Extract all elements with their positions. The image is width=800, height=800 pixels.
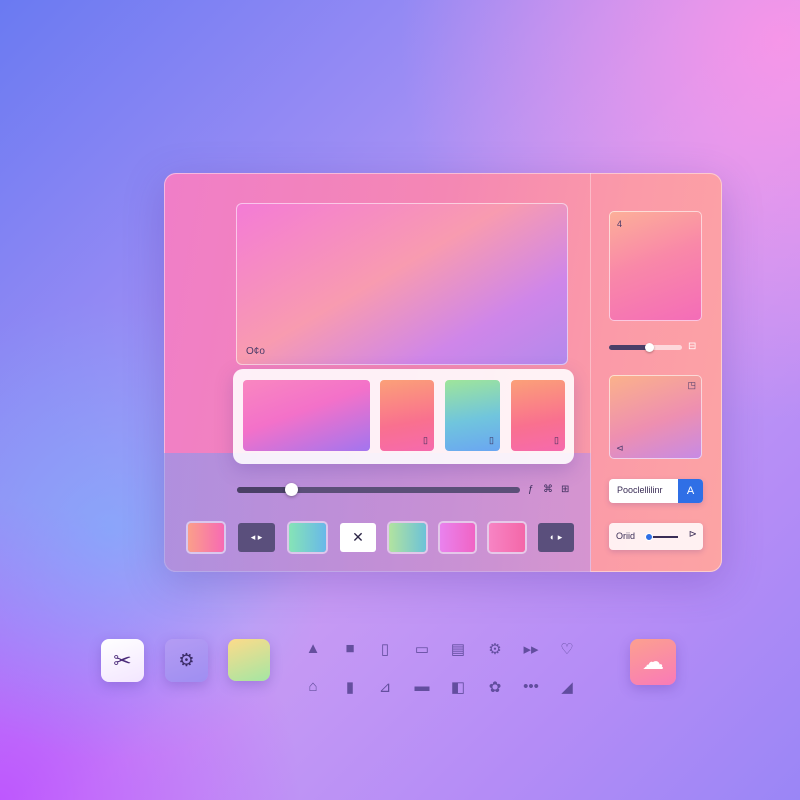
monitor-icon[interactable]: ▭ xyxy=(412,640,432,658)
chart-icon[interactable]: ⊿ xyxy=(375,678,395,696)
timeline-handle[interactable] xyxy=(284,483,298,496)
text-input[interactable]: Pooclellilinr A xyxy=(609,479,703,503)
tray-label: ◐ ▸ xyxy=(549,532,563,542)
thumbnail-tag: ▯ xyxy=(489,435,494,445)
more-icon[interactable]: ••• xyxy=(521,678,541,695)
side-slider[interactable] xyxy=(609,343,682,352)
card-tag: ⊲ xyxy=(616,443,624,453)
thumbnail-4[interactable]: ▯ xyxy=(511,380,565,451)
settings-app-icon[interactable]: ⚙ xyxy=(165,639,208,682)
apply-button[interactable]: A xyxy=(678,479,703,503)
triangle-icon[interactable]: ▲ xyxy=(303,640,323,657)
bookmark-icon[interactable]: ▮ xyxy=(340,678,360,696)
home-icon[interactable]: ⌂ xyxy=(303,678,323,695)
input-value: Pooclellilinr xyxy=(617,485,663,495)
side-preview-card[interactable]: 4 xyxy=(609,211,702,321)
side-slider-handle[interactable] xyxy=(645,343,655,352)
slider-handle[interactable] xyxy=(645,533,653,541)
gear-icon[interactable]: ⚙ xyxy=(485,640,505,658)
flower-icon[interactable]: ✿ xyxy=(485,678,505,696)
thumbnail-tag: ▯ xyxy=(554,435,559,445)
grid-slider-control[interactable]: Oriid ⊳ xyxy=(609,523,703,550)
gradient-app-icon[interactable] xyxy=(228,639,270,681)
layout-icon[interactable]: ⊟ xyxy=(688,341,696,352)
timeline-progress xyxy=(237,487,291,493)
tray-swatch[interactable] xyxy=(489,523,525,552)
signal-icon[interactable]: ◢ xyxy=(557,678,577,696)
panel-divider xyxy=(590,173,591,572)
photos-icon: ☁ xyxy=(642,649,664,674)
tray-swatch[interactable] xyxy=(440,523,475,552)
thumbnail-strip: ▯ ▯ ▯ xyxy=(233,369,574,464)
tray-close-button[interactable]: ✕ xyxy=(340,523,376,552)
tools-app-icon[interactable]: ✂ xyxy=(101,639,144,682)
tray-nav-button[interactable]: ◂ ▸ xyxy=(238,523,275,552)
apply-icon: A xyxy=(686,485,695,497)
heart-icon[interactable]: ♡ xyxy=(557,640,577,658)
slider-label: Oriid xyxy=(616,531,636,541)
tray-background xyxy=(164,453,591,572)
grid-icon[interactable]: ⊞ xyxy=(561,484,569,495)
thumbnail-3[interactable]: ▯ xyxy=(445,380,500,451)
card-tag: ◳ xyxy=(687,380,696,390)
thumbnail-2[interactable]: ▯ xyxy=(380,380,434,451)
card-tag: 4 xyxy=(617,219,623,229)
fast-forward-icon[interactable]: ▸▸ xyxy=(521,640,541,658)
close-icon: ✕ xyxy=(352,529,364,545)
tray-swatch[interactable] xyxy=(289,523,326,552)
effects-icon[interactable]: ƒ xyxy=(528,484,534,495)
calculator-icon[interactable]: ▤ xyxy=(448,640,468,658)
folder-icon[interactable]: ▬ xyxy=(412,678,432,695)
tools-icon: ✂ xyxy=(113,647,132,673)
thumbnail-tag: ▯ xyxy=(423,435,428,445)
side-swatch-card[interactable]: ◳ ⊲ xyxy=(609,375,702,459)
canvas-label: O¢o xyxy=(246,346,265,357)
command-icon[interactable]: ⌘ xyxy=(543,484,553,495)
photos-app-icon[interactable]: ☁ xyxy=(630,639,676,685)
side-slider-fill xyxy=(609,345,650,350)
settings-icon: ⚙ xyxy=(178,650,195,670)
tray-label: ◂ ▸ xyxy=(250,532,263,542)
timeline-scrubber[interactable] xyxy=(237,483,520,496)
flag-icon[interactable]: ◧ xyxy=(448,678,468,696)
square-icon[interactable]: ■ xyxy=(340,640,360,657)
tray-swatch[interactable] xyxy=(188,523,224,552)
chevron-right-icon[interactable]: ⊳ xyxy=(689,529,697,540)
tray-nav-button[interactable]: ◐ ▸ xyxy=(538,523,574,552)
thumbnail-1[interactable] xyxy=(243,380,370,451)
canvas-preview[interactable]: O¢o xyxy=(236,203,568,365)
tablet-icon[interactable]: ▯ xyxy=(375,640,395,658)
editor-window: O¢o ▯ ▯ ▯ ƒ ⌘ ⊞ ◂ ▸ ✕ ◐ ▸ 4 ⊟ ◳ ⊲ Poocle… xyxy=(164,173,722,572)
tray-swatch[interactable] xyxy=(389,523,426,552)
